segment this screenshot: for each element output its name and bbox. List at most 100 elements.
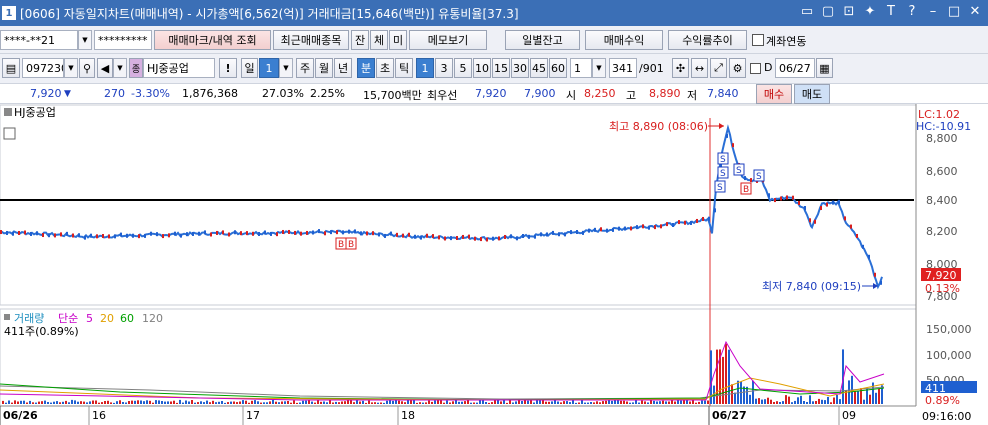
volume-bar	[581, 399, 583, 404]
font-size-icon[interactable]: T	[884, 4, 898, 19]
interval-30[interactable]: 30	[511, 58, 529, 78]
date-checkbox[interactable]	[750, 63, 761, 74]
volume-bar	[197, 402, 199, 404]
period-day-label[interactable]: 일	[241, 58, 258, 78]
volume-bar	[401, 401, 403, 404]
price-change-pct: -3.30%	[131, 87, 170, 100]
volume-bar	[404, 402, 406, 404]
search-icon[interactable]: ⚲	[79, 58, 95, 78]
sell-marker-label: S	[756, 172, 762, 182]
period-value[interactable]: 1	[259, 58, 279, 78]
link-window-icon[interactable]: ⊡	[842, 4, 856, 19]
interval-1[interactable]: 1	[416, 58, 434, 78]
volume-bar	[281, 401, 283, 404]
volume: 1,876,368	[182, 87, 238, 100]
period-minute[interactable]: 분	[357, 58, 375, 78]
price-candle	[258, 231, 260, 236]
trade-profit-button[interactable]: 매매수익	[585, 30, 663, 50]
indicator-icon[interactable]: ⤢	[710, 58, 727, 78]
volume-bar	[326, 402, 328, 404]
speaker-dropdown-icon[interactable]: ▼	[113, 58, 127, 78]
sell-marker-label: S	[720, 169, 726, 179]
copy-window-icon[interactable]: ▢	[821, 4, 835, 19]
linked-account-checkbox[interactable]	[752, 34, 764, 46]
stock-code-field[interactable]: 097230	[22, 58, 64, 78]
volume-bar	[416, 402, 418, 404]
help-icon[interactable]: ?	[905, 4, 919, 19]
volume-bar	[587, 402, 589, 404]
price-candle	[504, 234, 506, 239]
sell-button[interactable]: 매도	[794, 84, 830, 104]
close-icon[interactable]: ✕	[968, 4, 982, 19]
period-dropdown-icon[interactable]: ▼	[279, 58, 293, 78]
interval-10[interactable]: 10	[473, 58, 491, 78]
interval-60[interactable]: 60	[549, 58, 567, 78]
price-candle	[594, 227, 596, 232]
crosshair-icon[interactable]: ✣	[672, 58, 689, 78]
minimize-icon[interactable]: –	[926, 4, 940, 19]
password-field[interactable]: *********	[94, 30, 152, 50]
settings-icon[interactable]: ⚙	[729, 58, 746, 78]
volume-bar	[653, 400, 655, 404]
price-candle	[522, 233, 524, 238]
pin-icon[interactable]: ✦	[863, 4, 877, 19]
high-annotation: 최고 8,890 (08:06)	[609, 120, 708, 133]
best-bid: 7,920	[475, 87, 507, 100]
period-week[interactable]: 주	[296, 58, 314, 78]
interval-3[interactable]: 3	[435, 58, 453, 78]
custom-interval-field[interactable]: 1	[570, 58, 592, 78]
interval-15[interactable]: 15	[492, 58, 510, 78]
executed-button[interactable]: 체	[370, 30, 388, 50]
price-candle	[850, 224, 852, 229]
interval-45[interactable]: 45	[530, 58, 548, 78]
buy-button[interactable]: 매수	[756, 84, 792, 104]
layout-icon[interactable]: ▭	[800, 4, 814, 19]
account-dropdown-icon[interactable]: ▼	[78, 30, 92, 50]
price-candle	[30, 231, 32, 236]
custom-interval-dropdown-icon[interactable]: ▼	[592, 58, 606, 78]
speaker-icon[interactable]: ◀	[97, 58, 113, 78]
period-month[interactable]: 월	[315, 58, 333, 78]
volume-bar	[386, 400, 388, 404]
daily-balance-button[interactable]: 일별잔고	[505, 30, 580, 50]
volume-bar	[371, 402, 373, 404]
period-tick[interactable]: 틱	[395, 58, 413, 78]
price-candle	[66, 231, 68, 236]
period-year[interactable]: 년	[334, 58, 352, 78]
bar-count-field[interactable]: 341	[609, 58, 637, 78]
maximize-icon[interactable]: □	[947, 4, 961, 19]
balance-button[interactable]: 잔	[351, 30, 369, 50]
calendar-icon[interactable]: ▦	[816, 58, 833, 78]
price-candle	[48, 233, 50, 238]
volume-bar	[65, 400, 67, 404]
price-candle	[612, 227, 614, 232]
account-field[interactable]: ****-**21	[0, 30, 78, 50]
stock-search-icon[interactable]: ▤	[2, 58, 20, 78]
chart-area[interactable]: HJ중공업 LC:1.02 HC:-10.91 8,800 8,600 8,40…	[0, 104, 988, 425]
stock-name-field[interactable]: HJ중공업	[143, 58, 215, 78]
period-second[interactable]: 초	[376, 58, 394, 78]
unexecuted-button[interactable]: 미	[389, 30, 407, 50]
trade-mark-query-button[interactable]: 매매마크/내역 조회	[154, 30, 271, 50]
memo-view-button[interactable]: 메모보기	[409, 30, 487, 50]
volume-bar	[398, 400, 400, 404]
volume-bar	[821, 399, 823, 404]
volume-bar	[560, 402, 562, 404]
expand-icon[interactable]: ↔	[691, 58, 708, 78]
volume-bar	[770, 399, 772, 404]
profit-trend-button[interactable]: 수익률추이	[668, 30, 747, 50]
sell-marker-label: S	[717, 183, 723, 193]
volume-title: 거래량	[14, 312, 44, 325]
stock-code-dropdown-icon[interactable]: ▼	[64, 58, 78, 78]
warning-button[interactable]: !	[219, 58, 237, 78]
price-candle	[42, 233, 44, 238]
volume-bar	[446, 400, 448, 404]
volume-bar	[245, 400, 247, 404]
high-price: 8,890	[649, 87, 681, 100]
price-candle	[180, 233, 182, 238]
recent-trades-button[interactable]: 최근매매종목	[273, 30, 349, 50]
date-field[interactable]: 06/27	[775, 58, 815, 78]
interval-5[interactable]: 5	[454, 58, 472, 78]
buy-marker-label: B	[348, 240, 354, 250]
volume-bar	[407, 399, 409, 404]
